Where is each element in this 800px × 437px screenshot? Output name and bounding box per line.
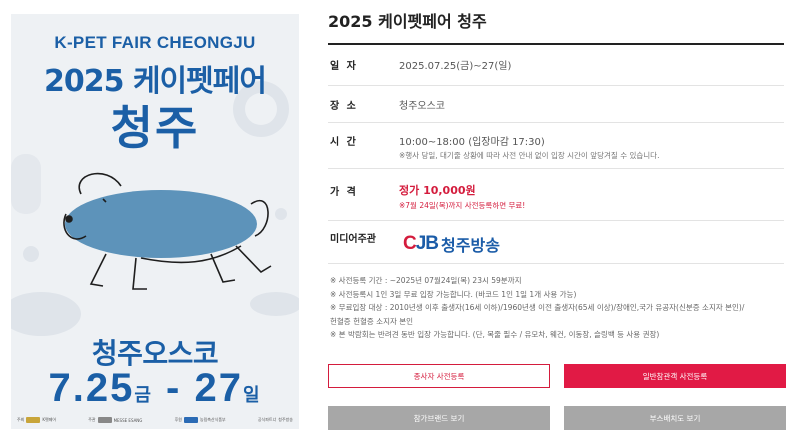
time-value: 10:00~18:00 (입장마감 17:30)	[399, 137, 545, 148]
venue-row: 장 소 청주오스코	[328, 86, 784, 123]
notice-item: 헌혈증 헌혈증 소지자 본인	[330, 316, 414, 326]
poster-sponsor-bar: 주최 K펫페어 주관 MESSE ESANG 후원 농림축산식품부 공식파트너 청주방송	[17, 414, 293, 426]
sponsor-host: 주최 K펫페어	[17, 417, 57, 423]
poster-date-start: 7.25	[48, 366, 135, 410]
notice-item: ※ 사전등록시 1인 3일 무료 입장 가능합니다. (바코드 1인 1일 1개…	[330, 289, 577, 299]
date-value: 2025.07.25(금)~27(일)	[399, 61, 512, 72]
media-row: 미디어주관	[328, 221, 784, 264]
time-note: ※행사 당일, 대기줄 상황에 따라 사전 안내 없이 입장 시간이 앞당겨질 …	[399, 151, 660, 160]
price-label: 가 격	[330, 187, 358, 198]
sponsor-organizer: 주관 MESSE ESANG	[88, 417, 143, 423]
poster-date: 7.25금 - 27일	[11, 366, 299, 411]
notice-item: ※ 무료입장 대상 : 2010년생 이후 출생자(16세 이하)/1960년생…	[330, 303, 745, 312]
media-label: 미디어주관	[330, 234, 376, 245]
notice-item: ※ 사전등록 기간 : ~2025년 07월24일(목) 23시 59분까지	[330, 276, 522, 285]
notice-list: ※ 사전등록 기간 : ~2025년 07월24일(목) 23시 59분까지 ※…	[330, 274, 786, 342]
sponsor-partner: 공식파트너 청주방송	[257, 417, 293, 422]
poster-city: 청주	[110, 101, 200, 155]
price-row: 가 격 정가 10,000원 ※7월 24일(목)까지 사전등록하면 무료!	[328, 169, 784, 221]
general-register-button[interactable]: 일반참관객 사전등록	[564, 364, 786, 388]
poster-date-end: 27	[194, 366, 243, 410]
sponsor-support: 후원 농림축산식품부	[174, 417, 226, 423]
event-poster: K-PET FAIR CHEONGJU 2025 케이펫페어 청주 청주오스코 …	[11, 14, 299, 429]
bone-shape	[11, 292, 81, 336]
dog-illustration	[63, 172, 272, 290]
poster-date-day2: 일	[242, 385, 262, 406]
brands-button[interactable]: 참가브랜드 보기	[328, 406, 550, 430]
notice-item: ※ 본 박람회는 반려견 동반 입장 가능합니다. (단, 목줄 필수 / 유모…	[330, 330, 660, 339]
poster-english-title: K-PET FAIR CHEONGJU	[54, 33, 256, 52]
cjb-logo: CJB 청주방송	[403, 232, 500, 256]
time-row: 시 간 10:00~18:00 (입장마감 17:30) ※행사 당일, 대기줄…	[328, 123, 784, 169]
price-note: ※7월 24일(목)까지 사전등록하면 무료!	[399, 201, 526, 210]
time-label: 시 간	[330, 137, 358, 148]
venue-label: 장 소	[330, 101, 358, 112]
support-logo	[183, 417, 198, 423]
poster-date-day1: 금	[134, 385, 153, 406]
host-logo	[26, 417, 41, 423]
price-value: 정가 10,000원	[399, 184, 476, 197]
cjb-mark: CJB	[403, 233, 439, 254]
event-title: 2025 케이펫페어 청주	[328, 12, 487, 31]
organizer-logo	[97, 417, 112, 423]
poster-date-dash: -	[152, 366, 195, 410]
date-row: 일 자 2025.07.25(금)~27(일)	[328, 45, 784, 86]
date-label: 일 자	[330, 61, 358, 72]
booth-map-button[interactable]: 부스배치도 보기	[564, 406, 786, 430]
exhibitor-register-button[interactable]: 종사자 사전등록	[328, 364, 550, 388]
cjb-name: 청주방송	[441, 236, 500, 255]
venue-value: 청주오스코	[399, 101, 445, 112]
